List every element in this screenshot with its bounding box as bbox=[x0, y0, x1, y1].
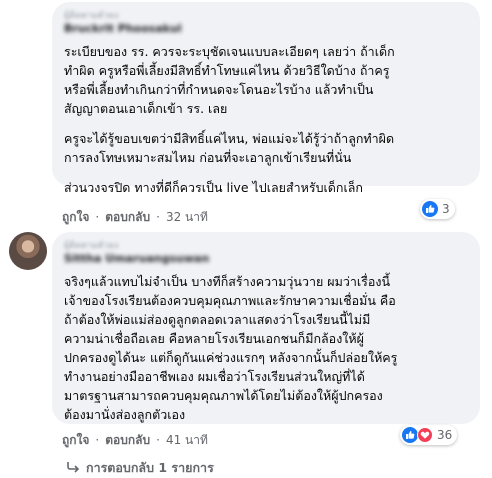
like-icon bbox=[402, 427, 418, 443]
view-replies-link[interactable]: การตอบกลับ 1 รายการ bbox=[66, 458, 214, 478]
separator-dot: · bbox=[95, 433, 100, 447]
avatar[interactable] bbox=[9, 232, 47, 270]
reply-button[interactable]: ตอบกลับ bbox=[105, 431, 150, 450]
badge-text: ผู้ติดตามตัวยง bbox=[64, 241, 119, 251]
like-button[interactable]: ถูกใจ bbox=[62, 431, 89, 450]
comment-paragraph: จริงๆแล้วแทบไม่จำเป็น บางทีก็สร้างความวุ… bbox=[64, 274, 398, 422]
reaction-count: 36 bbox=[437, 428, 453, 442]
heart-icon bbox=[417, 427, 433, 443]
comment-timestamp[interactable]: 41 นาที bbox=[166, 431, 208, 450]
comment-bubble: ผู้ติดตามตัวยง Sittha Umaruangsuwan จริง… bbox=[52, 232, 480, 424]
view-replies-label[interactable]: การตอบกลับ 1 รายการ bbox=[86, 458, 214, 478]
top-fan-badge: ผู้ติดตามตัวยง bbox=[64, 240, 468, 252]
separator-dot: · bbox=[156, 433, 160, 447]
reaction-summary[interactable]: 36 bbox=[400, 425, 458, 445]
reply-arrow-icon bbox=[66, 461, 80, 476]
comment-actions: ถูกใจ · ตอบกลับ · 41 นาที bbox=[62, 432, 208, 448]
comment-2: ผู้ติดตามตัวยง Sittha Umaruangsuwan จริง… bbox=[0, 0, 492, 478]
comment-author[interactable]: Sittha Umaruangsuwan bbox=[64, 252, 468, 266]
